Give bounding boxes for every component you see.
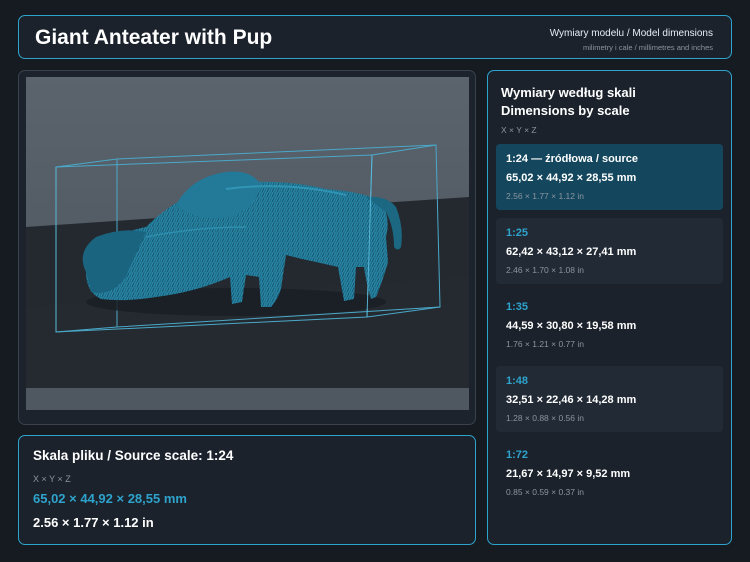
scale-card-1-48[interactable]: 1:48 32,51 × 22,46 × 14,28 mm 1.28 × 0.8… — [496, 366, 723, 432]
scale-label: 1:48 — [506, 375, 529, 387]
scale-dimensions-mm: 62,42 × 43,12 × 27,41 mm — [506, 246, 637, 258]
source-axes-label: X × Y × Z — [33, 474, 71, 484]
scale-dimensions-mm: 32,51 × 22,46 × 14,28 mm — [506, 394, 637, 406]
source-scale-panel: Skala pliku / Source scale: 1:24 X × Y ×… — [18, 435, 476, 545]
dimensions-by-scale-panel: Wymiary według skali Dimensions by scale… — [487, 70, 732, 545]
scale-dimensions-inches: 1.28 × 0.88 × 0.56 in — [506, 413, 584, 423]
model-render — [26, 77, 469, 410]
scale-dimensions-inches: 2.56 × 1.77 × 1.12 in — [506, 191, 584, 201]
scale-dimensions-mm: 65,02 × 44,92 × 28,55 mm — [506, 172, 637, 184]
scale-card-1-72[interactable]: 1:72 21,67 × 14,97 × 9,52 mm 0.85 × 0.59… — [496, 440, 723, 506]
header-units-note: milimetry i cale / millimetres and inche… — [582, 43, 713, 52]
scale-dimensions-mm: 44,59 × 30,80 × 19,58 mm — [506, 320, 637, 332]
scale-dimensions-inches: 2.46 × 1.70 × 1.08 in — [506, 265, 584, 275]
dimensions-axes-label: X × Y × Z — [501, 125, 537, 135]
model-viewport[interactable] — [26, 77, 469, 410]
scale-dimensions-inches: 1.76 × 1.21 × 0.77 in — [506, 339, 584, 349]
header-bar: Giant Anteater with Pup Wymiary modelu /… — [18, 15, 732, 59]
scale-dimensions-mm: 21,67 × 14,97 × 9,52 mm — [506, 468, 631, 480]
scale-card-1-35[interactable]: 1:35 44,59 × 30,80 × 19,58 mm 1.76 × 1.2… — [496, 292, 723, 358]
dimensions-title-en: Dimensions by scale — [501, 103, 630, 118]
viewport-bottom-strip — [26, 388, 469, 410]
source-scale-title: Skala pliku / Source scale: 1:24 — [33, 448, 234, 463]
source-dimensions-mm: 65,02 × 44,92 × 28,55 mm — [33, 491, 187, 506]
dimensions-title-pl: Wymiary według skali — [501, 85, 636, 100]
header-subtitle: Wymiary modelu / Model dimensions — [549, 28, 713, 39]
scale-card-1-24[interactable]: 1:24 — źródłowa / source 65,02 × 44,92 ×… — [496, 144, 723, 210]
scale-label: 1:24 — źródłowa / source — [506, 153, 639, 165]
page-title: Giant Anteater with Pup — [35, 26, 273, 49]
model-viewport-frame — [18, 70, 476, 425]
source-dimensions-inches: 2.56 × 1.77 × 1.12 in — [33, 515, 154, 530]
scale-label: 1:35 — [506, 301, 529, 313]
scale-card-1-25[interactable]: 1:25 62,42 × 43,12 × 27,41 mm 2.46 × 1.7… — [496, 218, 723, 284]
page: Giant Anteater with Pup Wymiary modelu /… — [0, 0, 750, 562]
scale-label: 1:25 — [506, 227, 529, 239]
scale-dimensions-inches: 0.85 × 0.59 × 0.37 in — [506, 487, 584, 497]
scale-label: 1:72 — [506, 449, 529, 461]
